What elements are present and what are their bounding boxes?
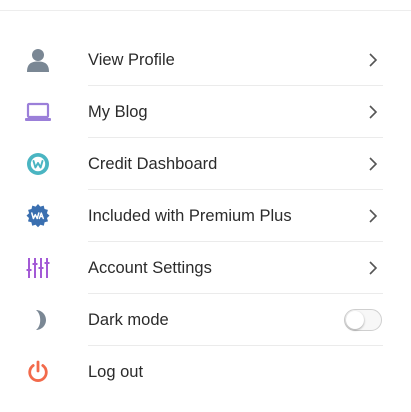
menu-item-label: Dark mode — [88, 311, 169, 329]
menu-item-label: Account Settings — [88, 259, 212, 277]
menu-item-label: Credit Dashboard — [88, 155, 218, 173]
menu-item-label: View Profile — [88, 51, 175, 69]
credit-w-icon — [24, 151, 52, 177]
premium-badge-icon — [24, 203, 52, 229]
chevron-right-icon — [366, 52, 380, 68]
top-divider — [0, 10, 411, 11]
chevron-right-icon — [366, 208, 380, 224]
menu-item-credit-dashboard[interactable]: Credit Dashboard — [0, 138, 411, 190]
dark-mode-toggle[interactable] — [344, 309, 382, 331]
chevron-right-icon — [366, 260, 380, 276]
menu-item-my-blog[interactable]: My Blog — [0, 86, 411, 138]
laptop-icon — [24, 99, 52, 125]
sliders-icon — [24, 255, 52, 281]
chevron-right-icon — [366, 104, 380, 120]
person-icon — [24, 47, 52, 73]
account-menu: View Profile My Blog Credit Dashboard In… — [0, 34, 411, 398]
menu-item-label: Included with Premium Plus — [88, 207, 292, 225]
menu-item-premium-plus[interactable]: Included with Premium Plus — [0, 190, 411, 242]
menu-item-label: Log out — [88, 363, 144, 381]
menu-item-view-profile[interactable]: View Profile — [0, 34, 411, 86]
power-icon — [24, 359, 52, 385]
menu-item-dark-mode: Dark mode — [0, 294, 411, 346]
chevron-right-icon — [366, 156, 380, 172]
menu-item-label: My Blog — [88, 103, 148, 121]
moon-icon — [24, 307, 52, 333]
toggle-knob — [346, 311, 364, 329]
menu-item-log-out[interactable]: Log out — [0, 346, 411, 398]
menu-item-account-settings[interactable]: Account Settings — [0, 242, 411, 294]
